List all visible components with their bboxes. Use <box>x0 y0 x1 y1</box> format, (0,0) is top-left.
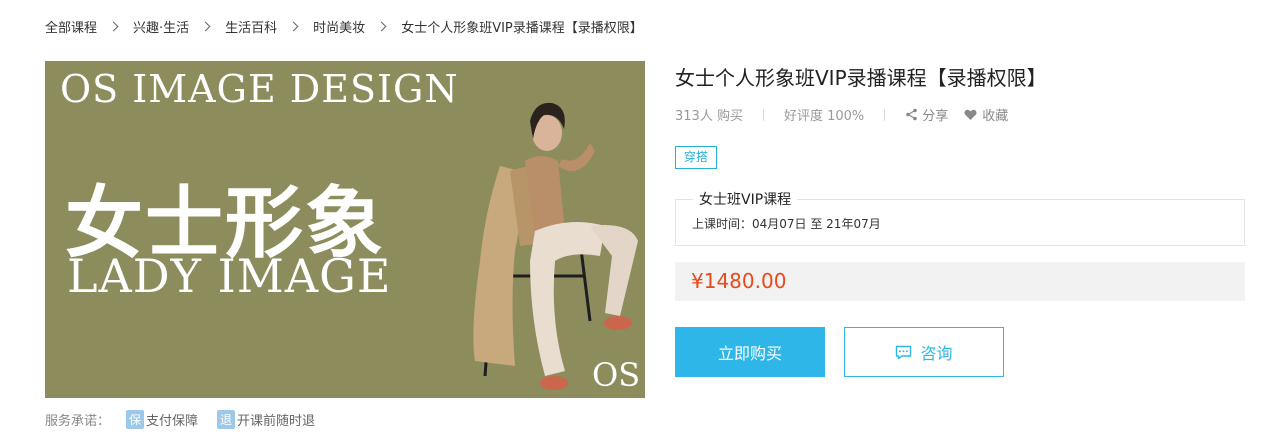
course-price: ¥1480.00 <box>691 269 787 293</box>
breadcrumb-current-course[interactable]: 女士个人形象班VIP录播课程【录播权限】 <box>401 17 643 36</box>
share-icon <box>906 108 918 121</box>
course-meta: 313人 购买 好评度 100% 分享 收藏 <box>675 105 1008 124</box>
shield-guarantee-icon: 保 <box>126 410 145 429</box>
course-title: 女士个人形象班VIP录播课程【录播权限】 <box>675 66 1047 90</box>
price-bar: ¥1480.00 <box>675 262 1245 301</box>
consult-button[interactable]: 咨询 <box>844 327 1004 377</box>
course-schedule: 上课时间：04月07日 至 21年07月 <box>692 217 881 231</box>
service-payment-guarantee: 保 支付保障 <box>126 410 198 429</box>
course-option-name: 女士班VIP课程 <box>693 189 798 209</box>
breadcrumb: 全部课程 兴趣·生活 生活百科 时尚美妆 女士个人形象班VIP录播课程【录播权限… <box>45 16 643 36</box>
refund-icon: 退 <box>217 410 236 429</box>
service-guarantees: 服务承诺： 保 支付保障 退 开课前随时退 <box>45 410 334 429</box>
breadcrumb-all-courses[interactable]: 全部课程 <box>45 17 97 36</box>
rating: 好评度 100% <box>783 109 865 124</box>
chat-bubble-icon <box>896 345 912 359</box>
breadcrumb-life-encyclopedia[interactable]: 生活百科 <box>225 17 277 36</box>
divider <box>762 108 764 121</box>
breadcrumb-fashion-beauty[interactable]: 时尚美妆 <box>313 17 365 36</box>
breadcrumb-interest-life[interactable]: 兴趣·生活 <box>133 17 189 36</box>
course-cover-image: OS IMAGE DESIGN 女士形象 LADY IMAGE OS <box>45 61 645 398</box>
divider <box>884 108 886 121</box>
category-tag[interactable]: 穿搭 <box>675 146 718 169</box>
chevron-right-icon <box>376 21 387 31</box>
chevron-right-icon <box>108 21 119 31</box>
favorite-label: 收藏 <box>982 109 1009 124</box>
chevron-right-icon <box>288 21 299 31</box>
share-button[interactable]: 分享 <box>905 105 948 124</box>
service-text: 支付保障 <box>146 414 199 429</box>
service-text: 开课前随时退 <box>237 414 316 429</box>
buy-now-button[interactable]: 立即购买 <box>675 327 825 377</box>
service-label: 服务承诺： <box>45 414 111 429</box>
heart-icon <box>964 109 977 120</box>
chevron-right-icon <box>200 21 211 31</box>
course-option-box[interactable]: 女士班VIP课程 上课时间：04月07日 至 21年07月 <box>675 189 1245 246</box>
favorite-button[interactable]: 收藏 <box>964 105 1008 124</box>
buyer-count: 313人 购买 <box>675 109 743 124</box>
cover-title-top: OS IMAGE DESIGN <box>60 67 459 111</box>
model-figure-illustration <box>473 102 638 390</box>
consult-label: 咨询 <box>920 344 953 363</box>
service-refund-anytime: 退 开课前随时退 <box>217 410 315 429</box>
share-label: 分享 <box>922 109 949 124</box>
cover-logo: OS <box>592 356 641 394</box>
cover-title-english: LADY IMAGE <box>67 249 392 303</box>
